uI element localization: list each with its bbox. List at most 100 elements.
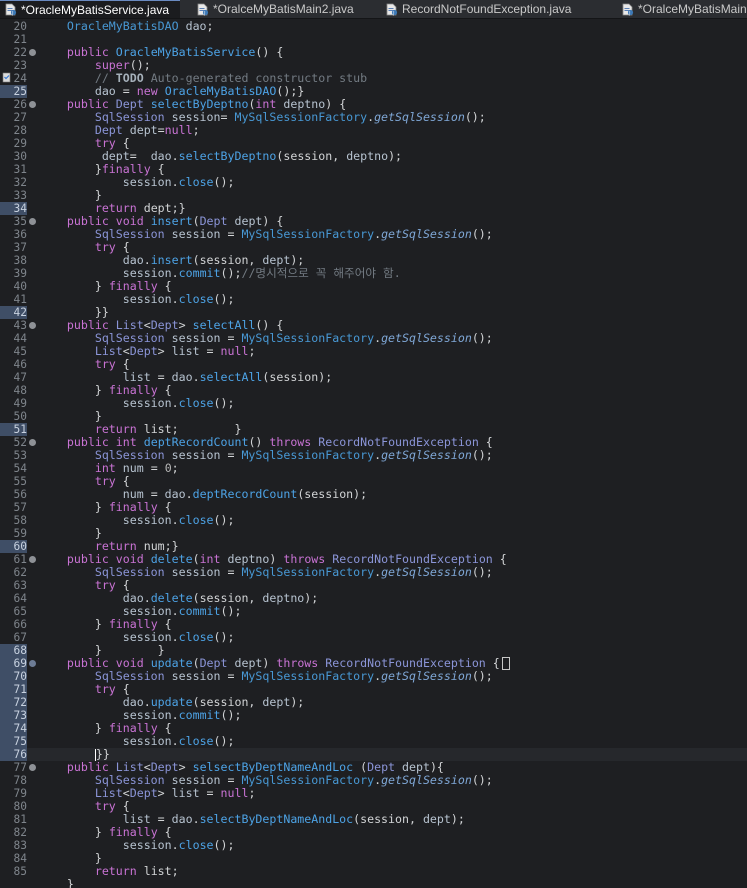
code-token: delete: [150, 552, 193, 566]
code-token: RecordNotFoundException: [325, 656, 486, 670]
code-token: .: [374, 669, 382, 683]
code-token: =: [220, 448, 242, 462]
code-token: .: [171, 734, 179, 748]
line-number: 38: [13, 254, 27, 267]
line-number: 45: [13, 345, 27, 358]
line-number: 79: [13, 787, 27, 800]
line-number: 26: [13, 98, 27, 111]
code-token: ) {: [262, 214, 284, 228]
code-text: }: [39, 878, 74, 888]
code-editor[interactable]: 20 OracleMyBatisDAO dao; 21 22 public Orac…: [0, 20, 747, 888]
code-token: .: [171, 396, 179, 410]
line-number: 74: [0, 722, 27, 735]
code-token: .: [171, 513, 179, 527]
code-token: =: [220, 773, 242, 787]
code-line[interactable]: 58 session.close();: [0, 513, 747, 528]
code-token: (: [192, 552, 200, 566]
code-token: public: [66, 435, 109, 449]
code-line[interactable]: 32 session.close();: [0, 175, 747, 190]
code-token: >: [157, 786, 172, 800]
code-token: .: [171, 604, 179, 618]
fold-toggle-icon[interactable]: [29, 101, 36, 108]
code-token: num;}: [136, 539, 179, 553]
code-line[interactable]: 85 return list;: [0, 864, 747, 879]
code-token: ();: [220, 266, 242, 280]
code-token: try: [94, 799, 116, 813]
code-token: deptRecordCount: [192, 487, 298, 501]
code-token: session: [122, 292, 172, 306]
line-number: 56: [13, 488, 27, 501]
code-token: null: [220, 344, 249, 358]
line-number: 37: [13, 241, 27, 254]
line-number: 39: [13, 267, 27, 280]
code-token: {: [157, 383, 172, 397]
code-token: public: [66, 45, 109, 59]
tab-2[interactable]: J RecordNotFoundException.java: [365, 0, 589, 18]
code-token: int: [115, 435, 137, 449]
code-token: session: [122, 266, 172, 280]
code-token: (session,: [353, 812, 423, 826]
line-number: 33: [13, 189, 27, 202]
code-token: list;: [136, 864, 179, 878]
code-line[interactable]: 41 session.close();: [0, 292, 747, 307]
code-token: selectAll: [199, 370, 263, 384]
code-token: close: [178, 175, 214, 189]
fold-toggle-icon[interactable]: [29, 218, 36, 225]
svg-text:J: J: [11, 10, 13, 16]
fold-toggle-icon[interactable]: [29, 439, 36, 446]
fold-toggle-icon[interactable]: [29, 556, 36, 563]
task-marker-icon[interactable]: [2, 72, 12, 83]
line-number: 62: [13, 566, 27, 579]
code-token: dao: [122, 695, 144, 709]
line-number: 55: [13, 475, 27, 488]
tab-3[interactable]: J *OralceMyBatisMain.java: [589, 0, 747, 18]
code-line[interactable]: 75 session.close();: [0, 735, 747, 748]
fold-toggle-icon[interactable]: [29, 660, 36, 667]
code-token: {: [115, 474, 130, 488]
code-line[interactable]: 83 session.close();: [0, 839, 747, 853]
line-number: 32: [13, 176, 27, 189]
java-file-modified-icon: J: [5, 3, 17, 16]
code-token: {: [157, 500, 172, 514]
code-line[interactable]: }: [0, 878, 747, 888]
code-token: (session,: [192, 253, 263, 267]
code-token: Dept: [199, 656, 228, 670]
fold-toggle-icon[interactable]: [29, 49, 36, 56]
code-token: >: [178, 760, 193, 774]
code-line[interactable]: 20 OracleMyBatisDAO dao;: [0, 20, 747, 33]
line-number: 47: [13, 371, 27, 384]
code-token: session: [164, 565, 221, 579]
code-token: finally: [108, 617, 158, 631]
code-token: ();: [213, 630, 235, 644]
code-token: }: [94, 162, 102, 176]
code-token: <: [122, 344, 130, 358]
code-token: public: [66, 214, 109, 228]
code-token: getSqlSession: [381, 669, 472, 683]
code-token: close: [178, 396, 214, 410]
tab-0[interactable]: J *OracleMyBatisService.java: [0, 0, 180, 18]
fold-toggle-icon[interactable]: [29, 764, 36, 771]
code-token: session: [122, 708, 172, 722]
code-token: deptRecordCount: [143, 435, 249, 449]
code-token: void: [115, 214, 144, 228]
tab-1[interactable]: J *OralceMyBatisMain2.java: [180, 0, 365, 18]
code-token: null: [164, 123, 193, 137]
code-line[interactable]: 49 session.close();: [0, 396, 747, 411]
code-token: int: [199, 552, 221, 566]
code-token: getSqlSession: [381, 448, 472, 462]
fold-toggle-icon[interactable]: [29, 322, 36, 329]
